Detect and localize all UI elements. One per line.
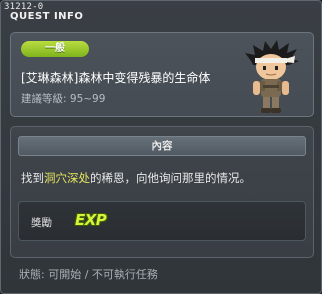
quest-summary-panel: 一般 [艾琳森林]森林中变得残暴的生命体 建議等級: 95~99 [10, 32, 314, 117]
quest-name: [艾琳森林]森林中变得残暴的生命体 [21, 71, 211, 85]
quest-info-window: 31212-0 QUEST INFO 一般 [艾琳森林]森林中变得残暴的生命体 … [0, 0, 322, 294]
npc-portrait [245, 40, 299, 113]
quest-category-badge: 一般 [21, 41, 89, 57]
window-title: QUEST INFO [10, 11, 84, 22]
reward-label: 獎勵 [31, 217, 52, 229]
reward-box: 獎勵 EXP [18, 201, 306, 241]
level-label: 建議等級: [21, 93, 67, 105]
desc-prefix: 找到 [21, 171, 44, 185]
quest-content-panel: 內容 找到洞穴深处的稀恩，向他询问那里的情况。 獎勵 EXP [10, 126, 314, 258]
level-range: 95~99 [69, 93, 106, 105]
exp-reward-icon: EXP [75, 211, 107, 229]
desc-location-highlight: 洞穴深处 [44, 171, 90, 185]
desc-suffix: 的稀恩，向他询问那里的情况。 [90, 171, 251, 185]
quest-description: 找到洞穴深处的稀恩，向他询问那里的情况。 [21, 170, 305, 186]
quest-status: 狀態: 可開始 / 不可執行任務 [19, 268, 158, 281]
content-section-header: 內容 [18, 136, 306, 156]
recommended-level: 建議等級: 95~99 [21, 91, 105, 106]
